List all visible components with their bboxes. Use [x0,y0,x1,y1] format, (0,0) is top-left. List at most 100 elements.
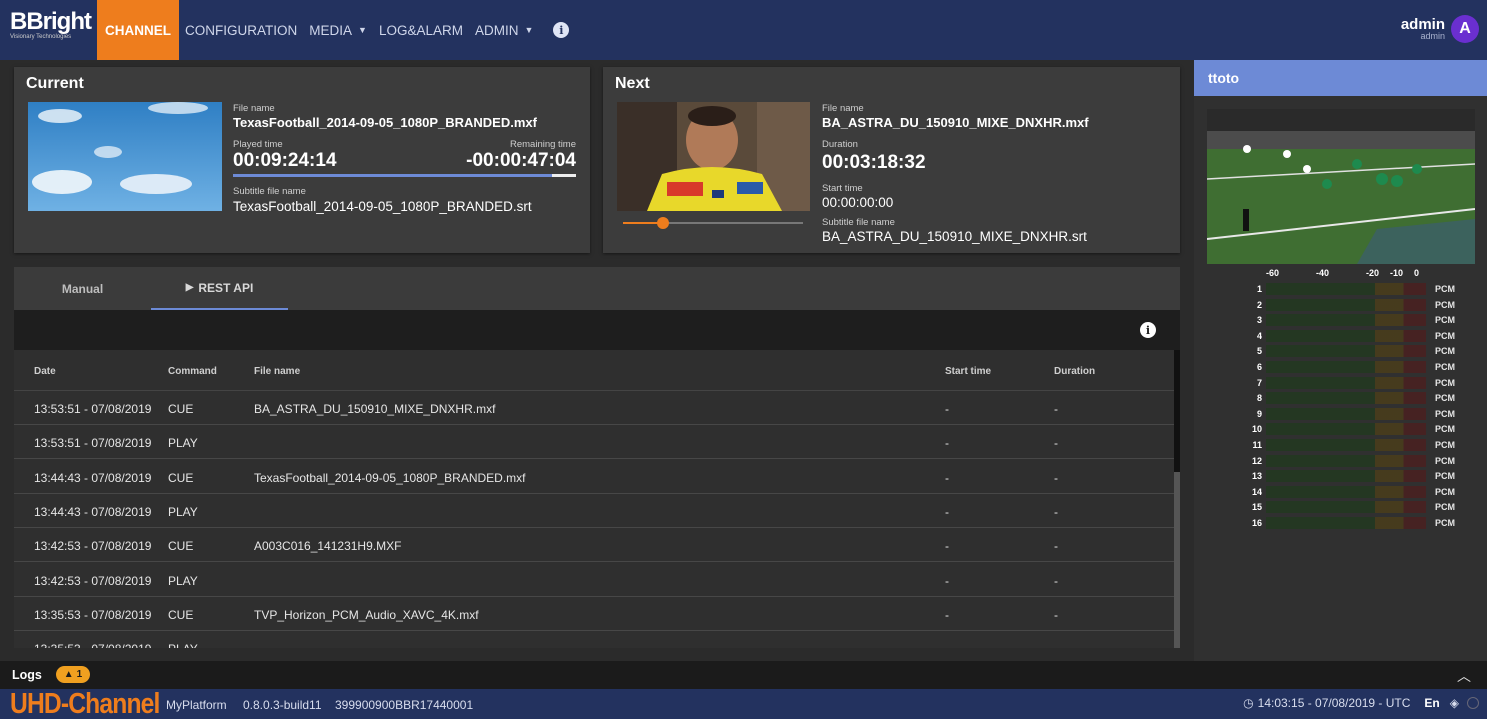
table-row[interactable]: 13:35:53 - 07/08/2019 CUE TVP_Horizon_PCM_… [14,597,1174,631]
rugby-player-image [617,102,810,211]
table-row[interactable]: 13:53:51 - 07/08/2019 CUE BA_ASTRA_DU_1509… [14,391,1174,425]
play-icon: ▶ [185,282,194,293]
table-cell-start-time: - [945,470,949,485]
table-cell-date: 13:42:53 - 07/08/2019 [34,539,152,554]
table-cell-duration: - [1054,436,1058,451]
col-date[interactable]: Date [34,366,56,377]
tab-bar: Manual ▶ REST API [14,267,1180,310]
table-cell-file-name: TexasFootball_2014-09-05_1080P_BRANDED.m… [254,470,526,485]
nav-admin[interactable]: ADMIN ▼ [469,0,539,60]
table-cell-start-time: - [945,504,949,519]
next-position-slider[interactable] [623,217,803,229]
col-file-name[interactable]: File name [254,366,300,377]
next-subtitle-file: BA_ASTRA_DU_150910_MIXE_DNXHR.srt [822,229,1087,244]
nav-channel[interactable]: CHANNEL [97,0,179,60]
channel-format: PCM [1435,518,1455,528]
nav-channel-label: CHANNEL [105,22,171,38]
info-icon[interactable]: i [1140,322,1156,338]
logs-label: Logs [12,668,42,682]
platform-name: MyPlatform [166,698,227,712]
table-row[interactable]: 13:44:43 - 07/08/2019 CUE TexasFootball_20… [14,460,1174,494]
table-row[interactable]: 13:42:53 - 07/08/2019 CUE A003C016_141231H… [14,528,1174,563]
next-panel: Next File name BA_ASTRA_DU_150910_MIXE_D… [603,67,1180,253]
table-cell-command: CUE [168,607,194,622]
table-row[interactable]: 13:35:53 - 07/08/2019 PLAY - - [14,631,1174,648]
nav-configuration[interactable]: CONFIGURATION [179,0,303,60]
level-meter-bar [1266,423,1426,436]
duration-label: Duration [822,139,858,150]
col-start-time[interactable]: Start time [945,366,991,377]
audio-meter-row: 15 PCM [1194,499,1487,515]
table-cell-file-name: BA_ASTRA_DU_150910_MIXE_DNXHR.mxf [254,402,496,416]
user-role: admin [1420,31,1445,41]
table-row[interactable]: 13:44:43 - 07/08/2019 PLAY - - [14,494,1174,528]
level-meter-bar [1266,376,1426,389]
current-panel: Current File name TexasFootball_2014-09-… [14,67,590,253]
next-start-time: 00:00:00:00 [822,195,894,210]
channel-number: 5 [1256,346,1262,357]
table-cell-command: CUE [168,539,194,554]
current-file-name: TexasFootball_2014-09-05_1080P_BRANDED.m… [233,115,537,130]
nav-configuration-label: CONFIGURATION [185,22,298,38]
preview-video [1206,109,1476,264]
info-icon[interactable]: i [553,22,570,38]
audio-meter-row: 11 PCM [1194,437,1487,453]
nav-log-alarm[interactable]: LOG&ALARM [373,0,469,60]
table-cell-duration: - [1054,470,1058,485]
level-meter-bar [1266,470,1426,483]
avatar[interactable]: A [1451,15,1479,43]
col-command[interactable]: Command [168,366,217,377]
channel-format: PCM [1435,471,1455,482]
nav-media[interactable]: MEDIA ▼ [303,0,373,60]
next-title: Next [615,75,650,92]
table-cell-duration: - [1054,402,1058,416]
next-subtitle-label: Subtitle file name [822,217,895,228]
level-meter-bar [1266,283,1426,295]
warning-badge[interactable]: ▲ 1 [56,666,90,683]
level-meter-bar [1266,392,1426,405]
table-cell-duration: - [1054,504,1058,519]
language-selector[interactable]: En [1424,696,1439,710]
level-meter-bar [1266,501,1426,514]
level-meter-bar [1266,361,1426,373]
table-scrollbar[interactable] [1174,350,1180,648]
table-cell-date: 13:53:51 - 07/08/2019 [34,436,152,451]
table-cell-start-time: - [945,573,949,588]
table-row[interactable]: 13:42:53 - 07/08/2019 PLAY - - [14,563,1174,597]
logo-text: BBright [10,8,92,35]
current-title: Current [26,75,84,92]
table-cell-command: PLAY [168,436,198,451]
logs-bar[interactable]: Logs ▲ 1 ︿ [0,661,1487,689]
theme-icon[interactable]: ◈ [1450,696,1459,710]
channel-format: PCM [1435,346,1455,357]
version: 0.8.0.3-build11 [243,698,322,712]
table-cell-command: PLAY [168,642,198,648]
audio-meter-row: 5 PCM [1194,343,1487,359]
channel-number: 7 [1256,377,1262,388]
channel-format: PCM [1435,284,1455,294]
footer-status: ◷ 14:03:15 - 07/08/2019 - UTC En ◈ [1243,696,1479,710]
current-thumbnail [28,102,222,211]
user-name: admin [1400,16,1445,33]
nav-admin-label: ADMIN [474,22,519,38]
played-time-label: Played time [233,139,283,150]
tab-rest-api[interactable]: ▶ REST API [151,267,288,310]
slider-knob[interactable] [656,217,669,229]
user-menu[interactable]: admin admin A [1401,15,1479,43]
channel-number: 15 [1251,502,1262,513]
table-cell-start-time: - [945,436,949,451]
scale-zero: 0 [1414,268,1420,278]
scrollbar-thumb[interactable] [1174,350,1180,472]
table-cell-command: CUE [168,470,194,485]
chevron-up-icon[interactable]: ︿ [1457,666,1471,686]
channel-format: PCM [1435,393,1455,404]
serial-number: 399900900BBR17440001 [335,698,474,712]
playback-progress-bar [233,174,576,177]
channel-format: PCM [1435,440,1455,450]
table-row[interactable]: 13:53:51 - 07/08/2019 PLAY - - [14,425,1174,460]
bbright-logo[interactable]: BBright Visionary Technologies [10,8,92,48]
audio-meter-row: 4 PCM [1194,328,1487,344]
tab-manual[interactable]: Manual [14,267,151,310]
next-duration: 00:03:18:32 [822,152,926,173]
col-duration[interactable]: Duration [1054,366,1095,377]
